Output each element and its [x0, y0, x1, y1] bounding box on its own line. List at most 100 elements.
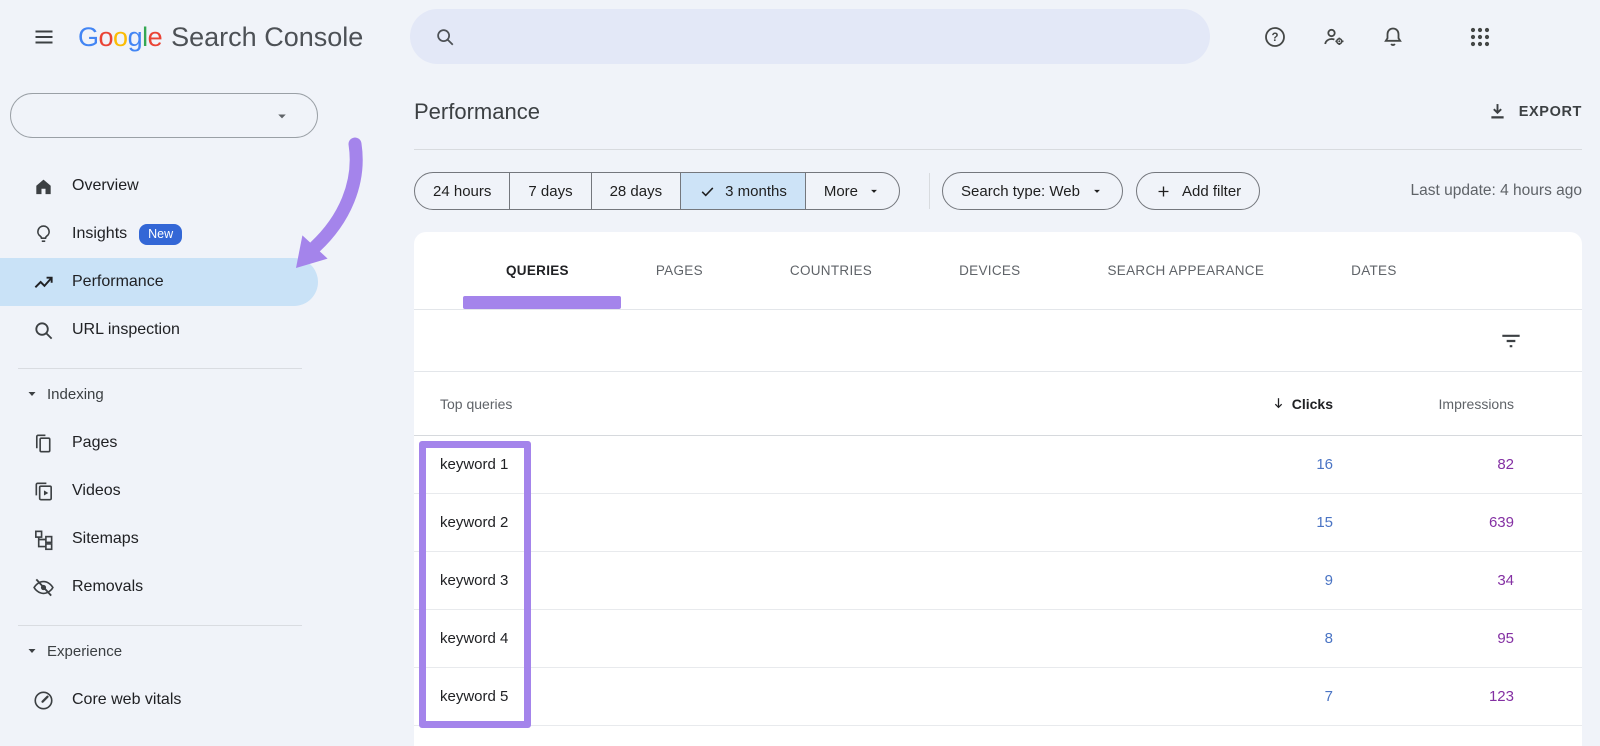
sidebar-item-label: Pages [72, 434, 117, 452]
sort-desc-icon [1270, 395, 1287, 412]
eye-off-icon [32, 576, 55, 599]
toolbar-divider [929, 173, 930, 209]
sidebar-section-experience[interactable]: Experience [0, 626, 400, 676]
logo-letter: o [99, 22, 114, 52]
sidebar-item-label: Videos [72, 482, 121, 500]
date-filter-label: 3 months [725, 183, 787, 200]
sitemap-tree-icon [32, 528, 55, 551]
tab-pages[interactable]: PAGES [656, 263, 703, 278]
impressions-cell: 95 [1333, 630, 1582, 647]
tab-search-appearance[interactable]: SEARCH APPEARANCE [1108, 263, 1265, 278]
date-filter-label: 28 days [610, 183, 663, 200]
search-type-chip[interactable]: Search type: Web [942, 172, 1123, 210]
sidebar-item-core-web-vitals[interactable]: Core web vitals [0, 676, 318, 724]
impressions-cell: 639 [1333, 514, 1582, 531]
sidebar-item-label: Insights [72, 225, 127, 243]
chevron-down-icon [273, 107, 291, 125]
section-label: Indexing [47, 386, 104, 403]
search-icon [434, 26, 456, 48]
gauge-icon [32, 689, 55, 712]
sidebar-item-videos[interactable]: Videos [0, 467, 318, 515]
add-filter-chip[interactable]: Add filter [1136, 172, 1260, 210]
filter-list-icon[interactable] [1498, 328, 1524, 354]
table-row[interactable]: keyword 11682 [414, 436, 1582, 494]
table-row[interactable]: keyword 215639 [414, 494, 1582, 552]
manage-users-icon[interactable] [1322, 25, 1346, 49]
tab-queries[interactable]: QUERIES [506, 263, 569, 278]
top-bar-actions: ? [1263, 0, 1492, 74]
help-icon[interactable]: ? [1263, 25, 1287, 49]
top-bar: Google Search Console ? [0, 0, 1600, 74]
table-row[interactable]: keyword 3934 [414, 552, 1582, 610]
column-header-impressions[interactable]: Impressions [1333, 396, 1582, 412]
date-filter-28-days[interactable]: 28 days [591, 173, 681, 209]
sidebar-nav: Overview Insights New Performance URL in… [0, 162, 400, 724]
sidebar-item-performance[interactable]: Performance [0, 258, 318, 306]
tab-countries[interactable]: COUNTRIES [790, 263, 872, 278]
search-input[interactable] [470, 27, 1200, 47]
hamburger-icon [32, 25, 56, 49]
impressions-cell: 82 [1333, 456, 1582, 473]
section-caret-icon [26, 388, 38, 400]
sidebar-item-label: Core web vitals [72, 691, 181, 709]
sidebar-item-overview[interactable]: Overview [0, 162, 318, 210]
property-selector[interactable] [10, 93, 318, 138]
table-row[interactable]: keyword 57123 [414, 668, 1582, 726]
column-header-top-queries[interactable]: Top queries [414, 396, 1073, 412]
query-cell: keyword 3 [414, 572, 1073, 589]
sidebar-item-pages[interactable]: Pages [0, 419, 318, 467]
date-filter-3-months[interactable]: 3 months [680, 173, 805, 209]
sidebar-item-label: Removals [72, 578, 143, 596]
clicks-cell: 8 [1073, 630, 1333, 647]
last-update-text: Last update: 4 hours ago [1411, 182, 1583, 200]
query-cell: keyword 4 [414, 630, 1073, 647]
notifications-icon[interactable] [1381, 25, 1405, 49]
export-button[interactable]: EXPORT [1487, 101, 1582, 122]
more-date-filters-button[interactable]: More [805, 173, 899, 209]
title-row: Performance EXPORT [414, 74, 1582, 150]
sidebar-item-url-inspection[interactable]: URL inspection [0, 306, 318, 354]
report-card: QUERIES PAGES COUNTRIES DEVICES SEARCH APPEA… [414, 232, 1582, 746]
date-filter-label: 7 days [528, 183, 572, 200]
search-type-label: Search type: Web [961, 183, 1080, 200]
table-filter-strip [414, 310, 1582, 372]
section-label: Experience [47, 643, 122, 660]
clicks-cell: 16 [1073, 456, 1333, 473]
sidebar-item-insights[interactable]: Insights New [0, 210, 318, 258]
add-filter-label: Add filter [1182, 183, 1241, 200]
plus-icon [1155, 183, 1172, 200]
home-icon [32, 175, 55, 198]
export-label: EXPORT [1519, 104, 1582, 120]
query-cell: keyword 5 [414, 688, 1073, 705]
sidebar-section-indexing[interactable]: Indexing [0, 369, 400, 419]
dimension-tabs: QUERIES PAGES COUNTRIES DEVICES SEARCH APPEA… [414, 232, 1582, 310]
table-header-row: Top queries Clicks Impressions [414, 372, 1582, 436]
filters-toolbar: 24 hours 7 days 28 days 3 months More Search… [414, 172, 1582, 210]
sidebar-item-label: Overview [72, 177, 139, 195]
date-filter-24-hours[interactable]: 24 hours [415, 173, 509, 209]
google-search-console-app: { "header": { "logo": { "letters": ["G",… [0, 0, 1600, 746]
date-filter-7-days[interactable]: 7 days [509, 173, 590, 209]
table-row[interactable]: keyword 4895 [414, 610, 1582, 668]
sidebar-item-label: Sitemaps [72, 530, 139, 548]
apps-grid-icon[interactable] [1468, 25, 1492, 49]
sidebar-item-sitemaps[interactable]: Sitemaps [0, 515, 318, 563]
trending-up-icon [32, 271, 55, 294]
logo-letter: g [128, 22, 143, 52]
pages-icon [32, 432, 55, 455]
logo: Google Search Console [78, 0, 363, 74]
tab-dates[interactable]: DATES [1351, 263, 1397, 278]
download-icon [1487, 101, 1508, 122]
lightbulb-icon [32, 223, 55, 246]
menu-button[interactable] [26, 19, 62, 55]
magnifier-icon [32, 319, 55, 342]
column-header-clicks[interactable]: Clicks [1073, 395, 1333, 412]
date-filter-label: 24 hours [433, 183, 491, 200]
global-search-bar[interactable] [410, 9, 1210, 64]
sidebar-item-removals[interactable]: Removals [0, 563, 318, 611]
new-badge: New [139, 224, 182, 245]
tab-devices[interactable]: DEVICES [959, 263, 1020, 278]
clicks-cell: 15 [1073, 514, 1333, 531]
product-name: Search Console [171, 22, 363, 53]
query-cell: keyword 1 [414, 456, 1073, 473]
